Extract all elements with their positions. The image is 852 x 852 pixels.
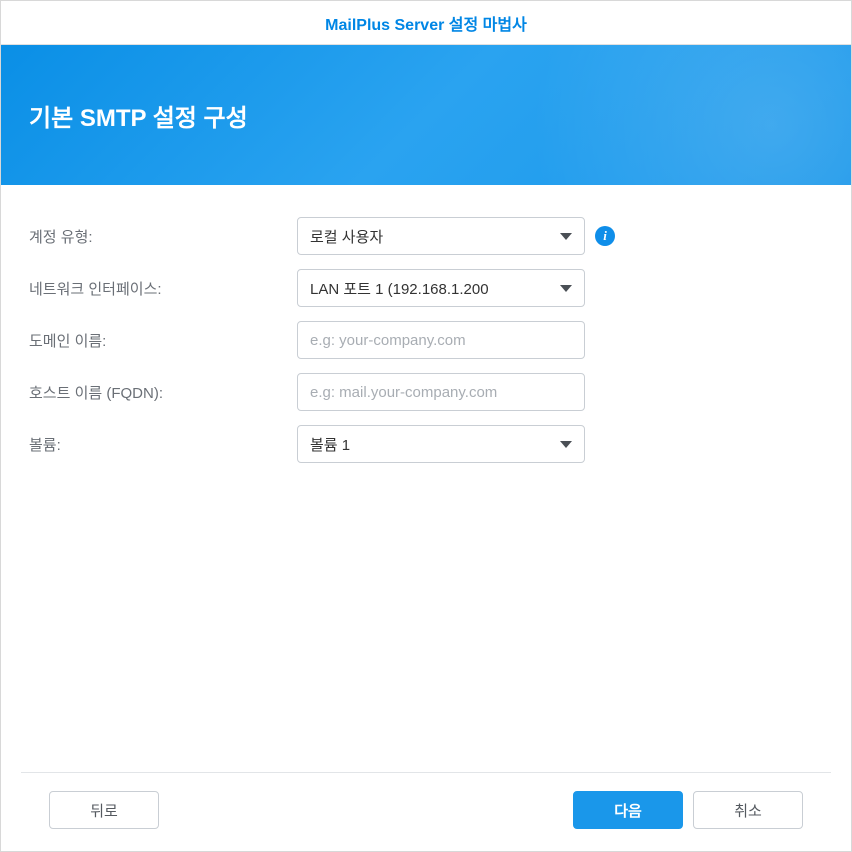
cancel-button[interactable]: 취소 xyxy=(693,791,803,829)
form-area: 계정 유형: 로컬 사용자 i 네트워크 인터페이스: LAN 포트 1 (19… xyxy=(1,185,851,772)
select-network-interface-value: LAN 포트 1 (192.168.1.200 xyxy=(310,278,489,299)
header-banner: 기본 SMTP 설정 구성 xyxy=(1,45,851,185)
label-host-name: 호스트 이름 (FQDN): xyxy=(29,382,297,403)
chevron-down-icon xyxy=(560,233,572,240)
input-domain-name-wrap xyxy=(297,321,585,359)
chevron-down-icon xyxy=(560,285,572,292)
select-account-type[interactable]: 로컬 사용자 xyxy=(297,217,585,255)
field-wrap-domain-name xyxy=(297,321,585,359)
input-domain-name[interactable] xyxy=(310,322,572,358)
label-domain-name: 도메인 이름: xyxy=(29,330,297,351)
row-network-interface: 네트워크 인터페이스: LAN 포트 1 (192.168.1.200 xyxy=(29,269,823,307)
field-wrap-volume: 볼륨 1 xyxy=(297,425,585,463)
label-network-interface: 네트워크 인터페이스: xyxy=(29,278,297,299)
chevron-down-icon xyxy=(560,441,572,448)
input-host-name-wrap xyxy=(297,373,585,411)
field-wrap-network-interface: LAN 포트 1 (192.168.1.200 xyxy=(297,269,585,307)
row-volume: 볼륨: 볼륨 1 xyxy=(29,425,823,463)
row-account-type: 계정 유형: 로컬 사용자 i xyxy=(29,217,823,255)
footer: 뒤로 다음 취소 xyxy=(21,772,831,851)
info-icon[interactable]: i xyxy=(595,226,615,246)
next-button[interactable]: 다음 xyxy=(573,791,683,829)
row-domain-name: 도메인 이름: xyxy=(29,321,823,359)
field-wrap-host-name xyxy=(297,373,585,411)
row-host-name: 호스트 이름 (FQDN): xyxy=(29,373,823,411)
page-title: 기본 SMTP 설정 구성 xyxy=(29,98,248,133)
input-host-name[interactable] xyxy=(310,374,572,410)
label-account-type: 계정 유형: xyxy=(29,226,297,247)
back-button[interactable]: 뒤로 xyxy=(49,791,159,829)
select-account-type-value: 로컬 사용자 xyxy=(310,226,383,247)
title-bar: MailPlus Server 설정 마법사 xyxy=(1,1,851,45)
select-volume-value: 볼륨 1 xyxy=(310,434,350,455)
window-title: MailPlus Server 설정 마법사 xyxy=(325,11,527,35)
wizard-window: MailPlus Server 설정 마법사 기본 SMTP 설정 구성 계정 … xyxy=(0,0,852,852)
select-network-interface[interactable]: LAN 포트 1 (192.168.1.200 xyxy=(297,269,585,307)
label-volume: 볼륨: xyxy=(29,434,297,455)
select-volume[interactable]: 볼륨 1 xyxy=(297,425,585,463)
field-wrap-account-type: 로컬 사용자 i xyxy=(297,217,615,255)
